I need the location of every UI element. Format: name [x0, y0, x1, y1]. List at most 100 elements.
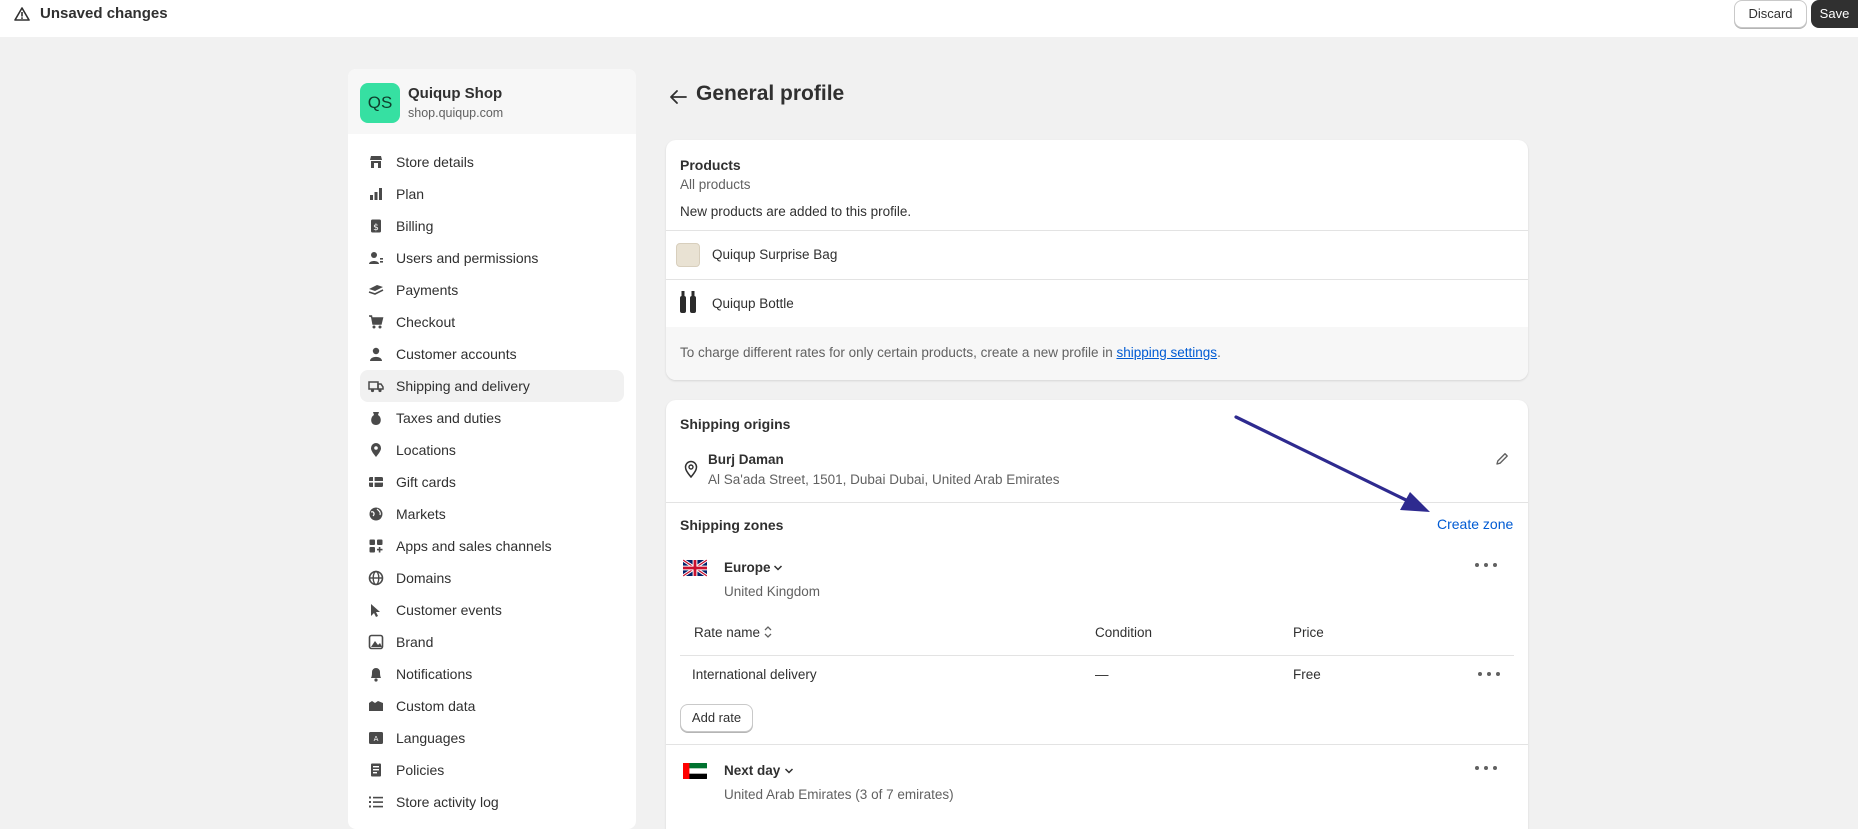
- sidebar-item-customer-accounts[interactable]: Customer accounts: [360, 338, 624, 370]
- sidebar-item-label: Plan: [396, 186, 425, 202]
- product-thumbnail: [676, 243, 700, 267]
- sidebar-item-notifications[interactable]: Notifications: [360, 658, 624, 690]
- annotation-arrow-icon: [1234, 415, 1430, 512]
- chevron-down-icon[interactable]: [784, 767, 794, 775]
- sidebar-item-payments[interactable]: Payments: [360, 274, 624, 306]
- truck-icon: [368, 378, 384, 394]
- products-subheading: All products: [680, 177, 751, 192]
- sidebar-item-custom-data[interactable]: Custom data: [360, 690, 624, 722]
- sidebar-item-store-details[interactable]: Store details: [360, 146, 624, 178]
- products-card: Products All products New products are a…: [666, 140, 1528, 380]
- sidebar-item-customer-events[interactable]: Customer events: [360, 594, 624, 626]
- settings-sidebar: QS Quiqup Shop shop.quiqup.com Store det…: [348, 69, 636, 829]
- products-footer-note: To charge different rates for only certa…: [666, 327, 1528, 380]
- sidebar-item-checkout[interactable]: Checkout: [360, 306, 624, 338]
- origin-name: Burj Daman: [708, 452, 784, 467]
- rate-more-actions-icon[interactable]: [1478, 669, 1500, 679]
- zone-countries: United Arab Emirates (3 of 7 emirates): [724, 787, 954, 802]
- sidebar-item-apps[interactable]: Apps and sales channels: [360, 530, 624, 562]
- sort-icon[interactable]: [763, 625, 773, 639]
- sidebar-item-locations[interactable]: Locations: [360, 434, 624, 466]
- sidebar-item-label: Taxes and duties: [396, 410, 502, 426]
- shipping-origins-heading: Shipping origins: [680, 416, 791, 432]
- zone-more-actions-icon[interactable]: [1475, 560, 1497, 570]
- sidebar-item-gift-cards[interactable]: Gift cards: [360, 466, 624, 498]
- table-row[interactable]: International delivery — Free: [680, 656, 1514, 694]
- payments-icon: [368, 282, 384, 298]
- chevron-down-icon[interactable]: [773, 564, 783, 572]
- users-icon: [368, 250, 384, 266]
- zone-countries: United Kingdom: [724, 584, 821, 599]
- origin-address: Al Sa'ada Street, 1501, Dubai Dubai, Uni…: [708, 472, 1060, 487]
- sidebar-item-label: Store activity log: [396, 794, 499, 810]
- sidebar-item-languages[interactable]: A Languages: [360, 722, 624, 754]
- bottle-product-thumbnail: [680, 291, 696, 313]
- sidebar-item-policies[interactable]: Policies: [360, 754, 624, 786]
- taxes-icon: [368, 410, 384, 426]
- rate-price: Free: [1293, 667, 1321, 682]
- product-row[interactable]: Quiqup Bottle: [666, 280, 1528, 327]
- rate-name-column-header[interactable]: Rate name: [694, 625, 760, 640]
- rate-condition: —: [1095, 667, 1109, 682]
- edit-pencil-icon[interactable]: [1494, 451, 1510, 467]
- product-row[interactable]: Quiqup Surprise Bag: [666, 231, 1528, 279]
- zone-name[interactable]: Europe: [724, 560, 771, 575]
- sidebar-item-domains[interactable]: Domains: [360, 562, 624, 594]
- sidebar-item-label: Custom data: [396, 698, 476, 714]
- zone-more-actions-icon[interactable]: [1475, 763, 1497, 773]
- sidebar-item-label: Brand: [396, 634, 434, 650]
- save-button[interactable]: Save: [1811, 0, 1858, 28]
- products-heading: Products: [680, 157, 741, 173]
- create-zone-link[interactable]: Create zone: [1437, 516, 1513, 532]
- back-arrow-icon[interactable]: [668, 88, 688, 106]
- shop-url: shop.quiqup.com: [408, 106, 504, 120]
- zone-name[interactable]: Next day: [724, 763, 780, 778]
- gift-card-icon: [368, 474, 384, 490]
- settings-nav: Store details Plan $ Billing Users and p…: [360, 146, 624, 818]
- policies-icon: [368, 762, 384, 778]
- sidebar-item-activity-log[interactable]: Store activity log: [360, 786, 624, 818]
- sidebar-item-label: Store details: [396, 154, 474, 170]
- product-name: Quiqup Surprise Bag: [712, 247, 838, 262]
- sidebar-item-label: Notifications: [396, 666, 473, 682]
- sidebar-item-brand[interactable]: Brand: [360, 626, 624, 658]
- billing-icon: $: [368, 218, 384, 234]
- sidebar-item-users[interactable]: Users and permissions: [360, 242, 624, 274]
- uk-flag-icon: [683, 559, 707, 577]
- add-rate-button[interactable]: Add rate: [680, 704, 753, 732]
- shipping-settings-note: To charge different rates for only certa…: [680, 345, 1221, 360]
- shop-avatar: QS: [360, 83, 400, 123]
- sidebar-item-label: Gift cards: [396, 474, 456, 490]
- price-column-header: Price: [1293, 625, 1324, 640]
- sidebar-item-taxes[interactable]: Taxes and duties: [360, 402, 624, 434]
- list-icon: [368, 794, 384, 810]
- languages-icon: A: [368, 730, 384, 746]
- sidebar-item-markets[interactable]: Markets: [360, 498, 624, 530]
- discard-button[interactable]: Discard: [1734, 0, 1807, 28]
- cart-icon: [368, 314, 384, 330]
- page-title: General profile: [696, 82, 845, 105]
- sidebar-item-label: Checkout: [396, 314, 456, 330]
- shipping-zones-heading: Shipping zones: [680, 517, 784, 533]
- sidebar-item-label: Users and permissions: [396, 250, 539, 266]
- person-icon: [368, 346, 384, 362]
- sidebar-item-shipping[interactable]: Shipping and delivery: [360, 370, 624, 402]
- sidebar-item-billing[interactable]: $ Billing: [360, 210, 624, 242]
- sidebar-item-label: Shipping and delivery: [396, 378, 530, 394]
- custom-data-icon: [368, 698, 384, 714]
- note-suffix: .: [1217, 345, 1221, 360]
- shipping-settings-link[interactable]: shipping settings: [1116, 345, 1217, 360]
- product-name: Quiqup Bottle: [712, 296, 794, 311]
- uae-flag-icon: [683, 763, 707, 779]
- brand-icon: [368, 634, 384, 650]
- apps-icon: [368, 538, 384, 554]
- plan-icon: [368, 186, 384, 202]
- shop-header[interactable]: QS Quiqup Shop shop.quiqup.com: [348, 69, 636, 134]
- unsaved-changes-bar: Unsaved changes Discard Save: [0, 0, 1858, 37]
- domains-icon: [368, 570, 384, 586]
- sidebar-item-plan[interactable]: Plan: [360, 178, 624, 210]
- sidebar-item-label: Locations: [396, 442, 456, 458]
- sidebar-item-label: Payments: [396, 282, 459, 298]
- sidebar-item-label: Markets: [396, 506, 446, 522]
- svg-text:A: A: [374, 735, 379, 743]
